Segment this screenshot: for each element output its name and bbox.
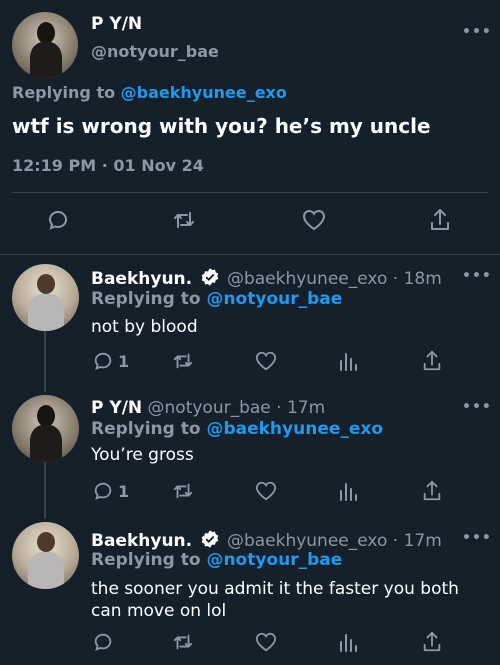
like-button[interactable]	[254, 350, 278, 372]
replying-to: Replying to @notyour_bae	[91, 550, 342, 570]
display-name[interactable]: Baekhyun.	[91, 269, 192, 289]
handle[interactable]: @notyour_bae	[91, 42, 219, 61]
avatar[interactable]	[12, 522, 79, 589]
reply-icon	[48, 210, 68, 230]
retweet-button[interactable]	[172, 208, 196, 232]
retweet-icon	[173, 634, 193, 650]
mention-link[interactable]: @baekhyunee_exo	[121, 83, 287, 102]
reply-header: P Y/N @notyour_bae · 17m	[91, 398, 325, 418]
mention-link[interactable]: @notyour_bae	[206, 550, 342, 570]
like-icon	[255, 351, 277, 371]
analytics-button[interactable]	[338, 480, 358, 502]
main-tweet: P Y/N @notyour_bae ••• Replying to @baek…	[0, 0, 500, 255]
more-icon[interactable]: •••	[462, 24, 492, 40]
share-icon	[423, 350, 441, 371]
share-button[interactable]	[421, 349, 443, 373]
analytics-icon	[340, 483, 357, 501]
retweet-button[interactable]	[172, 480, 194, 502]
replying-to: Replying to @baekhyunee_exo	[91, 419, 383, 439]
analytics-button[interactable]	[338, 350, 358, 372]
mention-link[interactable]: @baekhyunee_exo	[206, 419, 383, 439]
tweet-time[interactable]: · 17m	[393, 531, 442, 551]
more-icon[interactable]: •••	[462, 268, 492, 284]
analytics-icon	[340, 353, 357, 371]
like-icon	[255, 632, 277, 652]
reply-count: 1	[118, 481, 130, 501]
handle[interactable]: @baekhyunee_exo	[227, 269, 387, 289]
tweet-text: wtf is wrong with you? he’s my uncle	[12, 114, 431, 138]
replying-label: Replying to	[91, 550, 201, 570]
tweet-text: the sooner you admit it the faster you b…	[91, 579, 459, 621]
analytics-button[interactable]	[338, 631, 358, 653]
like-button[interactable]	[254, 480, 278, 502]
replying-to: Replying to @baekhyunee_exo	[12, 83, 287, 102]
share-button[interactable]	[421, 479, 443, 503]
replying-label: Replying to	[12, 83, 116, 102]
share-icon	[423, 480, 441, 501]
retweet-icon	[174, 212, 194, 228]
avatar[interactable]	[12, 264, 79, 331]
retweet-button[interactable]	[172, 631, 194, 653]
handle[interactable]: @baekhyunee_exo	[227, 531, 387, 551]
like-button[interactable]	[301, 208, 327, 232]
more-icon[interactable]: •••	[462, 530, 492, 546]
reply-button[interactable]	[46, 208, 70, 232]
like-icon	[255, 481, 277, 501]
reply-button[interactable]: 1	[92, 480, 129, 502]
verified-icon	[201, 268, 218, 286]
verified-icon	[201, 530, 218, 548]
like-button[interactable]	[254, 631, 278, 653]
analytics-icon	[340, 634, 357, 652]
reply-icon	[94, 352, 112, 370]
display-name[interactable]: P Y/N	[91, 398, 142, 418]
retweet-icon	[173, 353, 193, 369]
reply-header: Baekhyun. @baekhyunee_exo · 18m	[91, 267, 442, 289]
share-button[interactable]	[428, 207, 452, 233]
retweet-button[interactable]	[172, 350, 194, 372]
reply-tweet[interactable]: Baekhyun. @baekhyunee_exo · 17m ••• Repl…	[0, 517, 500, 665]
mention-link[interactable]: @notyour_bae	[206, 289, 342, 309]
share-icon	[431, 209, 449, 230]
display-name[interactable]: P Y/N	[91, 14, 142, 34]
more-icon[interactable]: •••	[462, 399, 492, 415]
replying-to: Replying to @notyour_bae	[91, 289, 342, 309]
share-button[interactable]	[421, 630, 443, 654]
display-name[interactable]: Baekhyun.	[91, 531, 192, 551]
tweet-text: not by blood	[91, 317, 198, 337]
reply-button[interactable]: 1	[92, 350, 129, 372]
reply-tweet[interactable]: P Y/N @notyour_bae · 17m ••• Replying to…	[0, 387, 500, 517]
avatar[interactable]	[12, 12, 78, 78]
reply-count: 1	[118, 351, 130, 371]
avatar[interactable]	[12, 395, 79, 462]
handle[interactable]: @notyour_bae	[148, 398, 271, 418]
retweet-icon	[173, 483, 193, 499]
reply-tweet[interactable]: Baekhyun. @baekhyunee_exo · 18m ••• Repl…	[0, 255, 500, 387]
replying-label: Replying to	[91, 419, 201, 439]
reply-icon	[94, 482, 112, 500]
reply-button[interactable]	[92, 631, 118, 653]
replying-label: Replying to	[91, 289, 201, 309]
reply-header: Baekhyun. @baekhyunee_exo · 17m	[91, 529, 442, 551]
divider	[12, 192, 488, 193]
share-icon	[423, 631, 441, 652]
tweet-time[interactable]: · 17m	[276, 398, 325, 418]
tweet-time[interactable]: · 18m	[393, 269, 442, 289]
like-icon	[302, 209, 326, 231]
timestamp[interactable]: 12:19 PM · 01 Nov 24	[12, 156, 204, 175]
reply-icon	[94, 633, 112, 651]
tweet-text: You’re gross	[91, 445, 194, 465]
